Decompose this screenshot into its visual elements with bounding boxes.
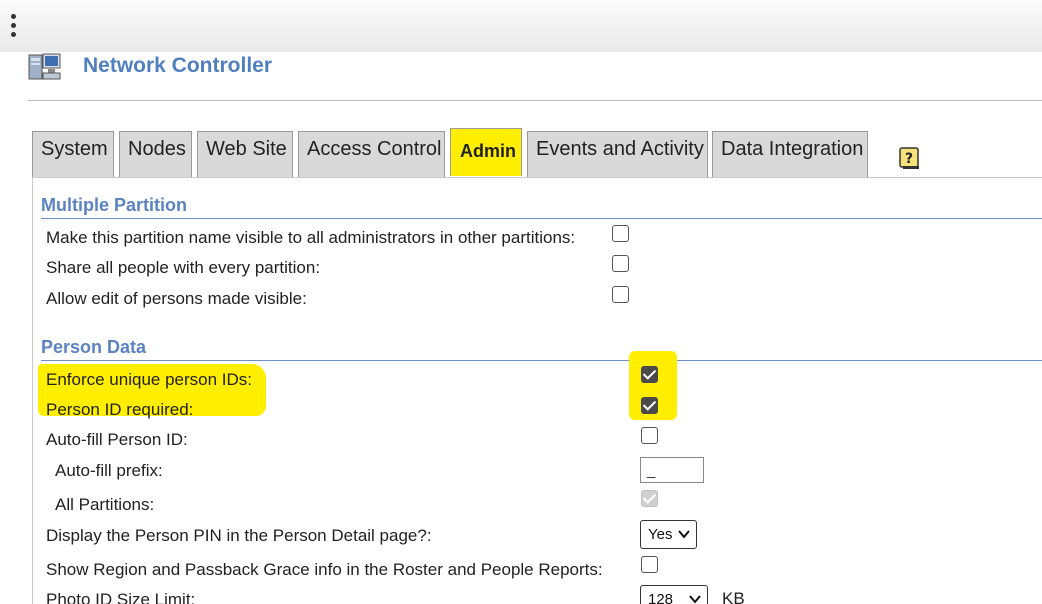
enforce-unique-checkbox[interactable] bbox=[641, 366, 658, 383]
photo-limit-label: Photo ID Size Limit: bbox=[46, 590, 196, 604]
auto-fill-prefix-input[interactable]: _ bbox=[640, 457, 704, 483]
share-people-checkbox[interactable] bbox=[612, 255, 629, 272]
help-icon[interactable]: ? bbox=[899, 146, 921, 170]
more-options-icon[interactable] bbox=[9, 14, 19, 40]
allow-edit-checkbox[interactable] bbox=[612, 286, 629, 303]
browser-toolbar bbox=[0, 0, 1042, 52]
tab-events-and-activity[interactable]: Events and Activity bbox=[527, 131, 708, 177]
section-divider bbox=[41, 360, 1042, 361]
photo-limit-unit: KB bbox=[722, 589, 745, 604]
tab-admin[interactable]: Admin bbox=[450, 128, 522, 176]
tab-web-site[interactable]: Web Site bbox=[197, 131, 293, 177]
show-region-checkbox[interactable] bbox=[641, 556, 658, 573]
chevron-down-icon bbox=[689, 595, 701, 604]
section-heading-multiple-partition: Multiple Partition bbox=[41, 195, 187, 215]
photo-limit-select[interactable]: 128 bbox=[640, 585, 708, 604]
all-partitions-label: All Partitions: bbox=[55, 495, 155, 514]
tab-system[interactable]: System bbox=[32, 131, 114, 177]
display-pin-select[interactable]: Yes bbox=[640, 520, 697, 549]
network-computer-icon bbox=[28, 53, 61, 80]
id-required-label: Person ID required: bbox=[46, 400, 194, 419]
auto-fill-prefix-label: Auto-fill prefix: bbox=[55, 461, 163, 480]
chevron-down-icon bbox=[678, 530, 690, 539]
section-divider bbox=[41, 218, 1042, 219]
photo-limit-value: 128 bbox=[648, 591, 674, 604]
auto-fill-label: Auto-fill Person ID: bbox=[46, 430, 188, 449]
section-heading-person-data: Person Data bbox=[41, 337, 147, 357]
visible-partition-label: Make this partition name visible to all … bbox=[46, 228, 576, 247]
enforce-unique-label: Enforce unique person IDs: bbox=[46, 370, 253, 389]
visible-partition-checkbox[interactable] bbox=[612, 225, 629, 242]
tab-access-control[interactable]: Access Control bbox=[298, 131, 445, 177]
tab-data-integration[interactable]: Data Integration bbox=[712, 131, 868, 177]
title-divider bbox=[28, 100, 1042, 101]
tab-nodes[interactable]: Nodes bbox=[119, 131, 192, 177]
auto-fill-checkbox[interactable] bbox=[641, 427, 658, 444]
id-required-checkbox[interactable] bbox=[641, 397, 658, 414]
page-title: Network Controller bbox=[83, 54, 273, 77]
display-pin-value: Yes bbox=[648, 526, 673, 543]
show-region-label: Show Region and Passback Grace info in t… bbox=[46, 560, 603, 579]
svg-text:?: ? bbox=[905, 151, 913, 167]
allow-edit-label: Allow edit of persons made visible: bbox=[46, 289, 307, 308]
all-partitions-checkbox bbox=[641, 490, 658, 507]
display-pin-label: Display the Person PIN in the Person Det… bbox=[46, 526, 432, 545]
share-people-label: Share all people with every partition: bbox=[46, 258, 321, 277]
